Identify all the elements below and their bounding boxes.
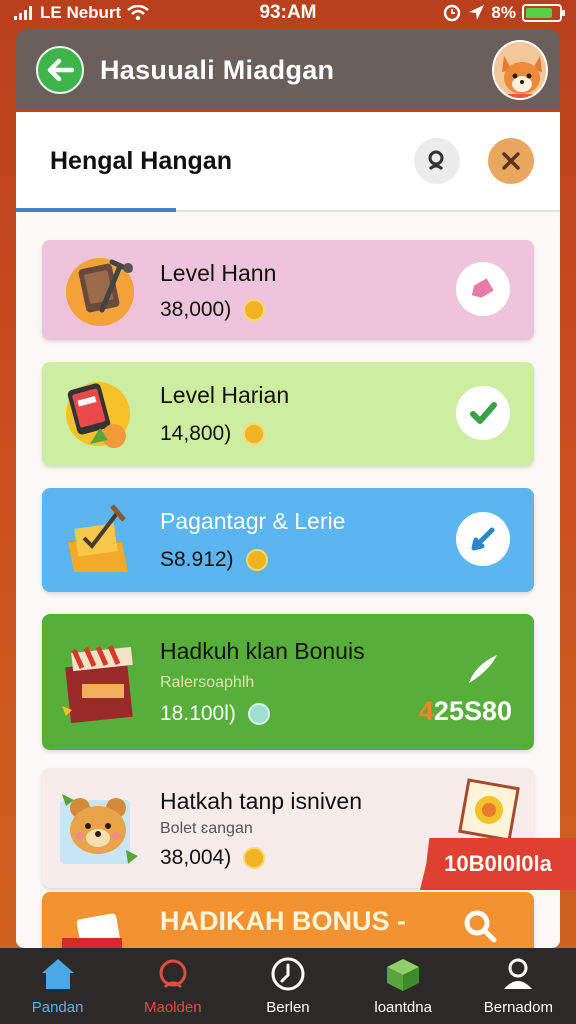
bonus-ribbon: 10B0l0l0la	[420, 838, 576, 890]
card-value-text: 14,800)	[160, 422, 232, 445]
avatar[interactable]	[492, 40, 548, 100]
go-button[interactable]	[456, 642, 510, 696]
coin-icon	[243, 423, 266, 445]
coin-icon	[243, 847, 266, 869]
card-subtitle: Bolet ɛangan	[160, 820, 253, 837]
shop-icon	[62, 636, 142, 726]
coin-icon	[243, 299, 266, 321]
check-button[interactable]	[456, 512, 510, 566]
card-value: 38,004)	[160, 846, 266, 870]
search-button[interactable]	[414, 138, 460, 184]
check-icon	[470, 402, 497, 424]
card-value: 38,000)	[160, 298, 266, 322]
reward-card[interactable]: Level Hann 38,000)	[42, 240, 534, 340]
close-button[interactable]	[488, 138, 534, 184]
card-value-text: 18.100l)	[160, 702, 236, 725]
fox-avatar-icon	[494, 42, 546, 98]
banner-title: HADIKAH BONUS -	[160, 906, 406, 936]
check-icon	[471, 527, 495, 551]
compass-icon	[271, 957, 305, 990]
target-icon	[159, 959, 187, 988]
rewards-panel: Hengal Hangan Level Hann 38,000) Level H…	[16, 112, 560, 948]
app-header: Hasuuali Miadgan	[16, 30, 560, 110]
tag-icon	[471, 278, 494, 298]
active-tab-indicator	[16, 208, 176, 212]
nav-item-box[interactable]: loantdna	[348, 957, 458, 1016]
panel-title: Hengal Hangan	[50, 146, 232, 175]
card-title: Level Harian	[160, 382, 290, 408]
nav-label: loantdna	[374, 998, 432, 1016]
box-icon	[387, 958, 420, 991]
card-value-text: 38,004)	[160, 846, 232, 869]
bear-icon	[56, 786, 142, 872]
user-icon	[504, 958, 533, 989]
card-value-text: 38,000)	[160, 298, 232, 321]
bonus-amount-value: 25S80	[433, 696, 512, 726]
nav-label: Maolden	[144, 998, 202, 1016]
panel-header: Hengal Hangan	[16, 112, 560, 212]
bonus-card[interactable]: Hadkuh klan Bonuis Ralersoaphlh 18.100l)…	[42, 614, 534, 750]
close-icon	[502, 152, 520, 170]
nav-item-home[interactable]: Pandan	[3, 957, 113, 1016]
bonus-arrow-icon: 4	[418, 696, 434, 726]
card-value: 18.100l)	[160, 702, 270, 726]
battery-icon	[522, 4, 565, 22]
search-icon	[464, 910, 497, 943]
banner-search-button[interactable]	[462, 908, 498, 948]
card-subtitle: Ralersoaphlh	[160, 674, 255, 691]
clock: 93:AM	[259, 2, 317, 23]
reward-card[interactable]: Pagantagr & Lerie S8.912)	[42, 488, 534, 592]
gift-icon	[62, 908, 132, 948]
coin-icon	[245, 549, 268, 571]
page-title: Hasuuali Miadgan	[100, 54, 335, 85]
arrow-left-icon	[47, 58, 74, 82]
nav-item-profile[interactable]: Bernadom	[463, 957, 573, 1016]
search-icon	[428, 150, 444, 171]
arrow-icon	[469, 655, 497, 683]
check-button[interactable]	[456, 386, 510, 440]
card-value: S8.912)	[160, 548, 268, 572]
back-button[interactable]	[36, 46, 84, 94]
tv-icon	[62, 252, 138, 328]
card-title: Level Hann	[160, 260, 277, 286]
nav-label: Pandan	[31, 998, 84, 1016]
home-icon	[41, 958, 74, 989]
phone-icon	[62, 376, 138, 452]
nav-label: Berlen	[266, 998, 310, 1016]
card-title: Hadkuh klan Bonuis	[160, 638, 365, 664]
reward-card[interactable]: Level Harian 14,800)	[42, 362, 534, 466]
card-title: Hatkah tanp isniven	[160, 788, 363, 814]
status-bar: LE Neburt 93:AM 8%	[0, 0, 576, 26]
nav-item-target[interactable]: Maolden	[118, 957, 228, 1016]
chest-icon	[62, 502, 138, 578]
gem-icon	[247, 703, 270, 725]
card-value: 14,800)	[160, 422, 266, 446]
bottom-nav: Pandan Maolden Berlen loantdna Bernadom	[0, 948, 576, 1024]
bonus-banner[interactable]: HADIKAH BONUS -	[42, 892, 534, 948]
nav-item-compass[interactable]: Berlen	[233, 957, 343, 1016]
card-value-text: S8.912)	[160, 548, 234, 571]
bonus-amount: 425S80	[419, 696, 512, 727]
card-title: Pagantagr & Lerie	[160, 508, 346, 534]
nav-label: Bernadom	[483, 998, 553, 1016]
battery-level	[526, 8, 552, 18]
tag-button[interactable]	[456, 262, 510, 316]
voucher-icon	[458, 778, 520, 847]
